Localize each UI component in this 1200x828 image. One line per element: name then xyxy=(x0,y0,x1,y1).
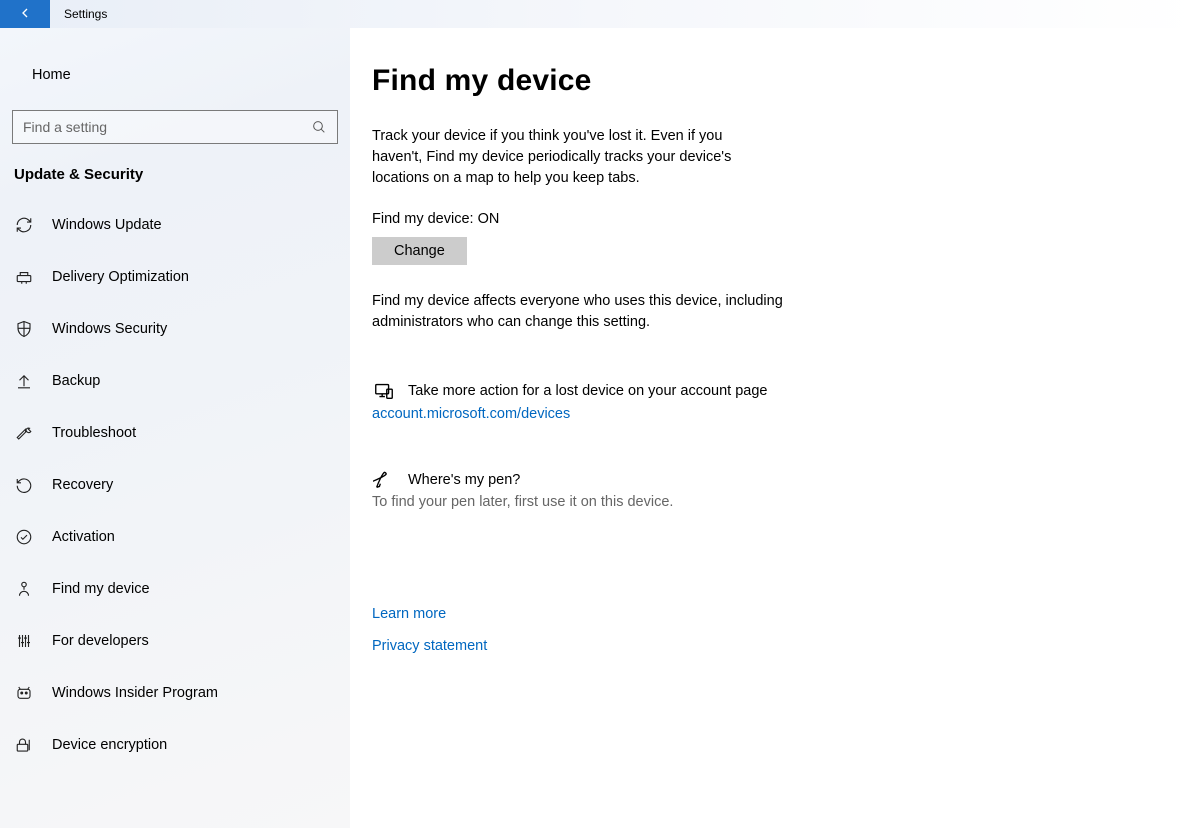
privacy-link[interactable]: Privacy statement xyxy=(372,638,880,654)
sidebar-item-label: Recovery xyxy=(52,477,113,493)
sidebar-item-label: Find my device xyxy=(52,581,150,597)
sidebar-section-heading: Update & Security xyxy=(0,154,350,199)
device-icon xyxy=(372,379,396,403)
sidebar-item-activation[interactable]: Activation xyxy=(0,511,350,563)
affects-text: Find my device affects everyone who uses… xyxy=(372,291,792,333)
sidebar-item-windows-security[interactable]: Windows Security xyxy=(0,303,350,355)
sidebar-item-delivery-optimization[interactable]: Delivery Optimization xyxy=(0,251,350,303)
sidebar-item-backup[interactable]: Backup xyxy=(0,355,350,407)
sidebar-item-label: Windows Security xyxy=(52,321,167,337)
app-title: Settings xyxy=(50,7,107,21)
sidebar-nav: Windows Update Delivery Optimization Win… xyxy=(0,199,350,771)
titlebar: Settings xyxy=(0,0,1200,28)
sync-icon xyxy=(14,215,34,235)
account-action-row: Take more action for a lost device on yo… xyxy=(372,379,880,403)
content-pane: Find my device Track your device if you … xyxy=(350,28,910,828)
pen-row: Where's my pen? xyxy=(372,468,880,492)
sidebar-item-label: Activation xyxy=(52,529,115,545)
search-icon xyxy=(311,119,327,135)
pen-body: To find your pen later, first use it on … xyxy=(372,494,880,510)
developer-icon xyxy=(14,631,34,651)
sidebar-item-label: Windows Insider Program xyxy=(52,685,218,701)
sidebar-item-label: Device encryption xyxy=(52,737,167,753)
sidebar-item-device-encryption[interactable]: Device encryption xyxy=(0,719,350,771)
upload-icon xyxy=(14,371,34,391)
sidebar-home[interactable]: Home xyxy=(0,54,350,96)
sidebar-item-windows-update[interactable]: Windows Update xyxy=(0,199,350,251)
account-action-text: Take more action for a lost device on yo… xyxy=(408,383,767,399)
sidebar-item-for-developers[interactable]: For developers xyxy=(0,615,350,667)
search-container xyxy=(12,110,338,144)
sidebar-item-recovery[interactable]: Recovery xyxy=(0,459,350,511)
back-button[interactable] xyxy=(0,0,50,28)
location-icon xyxy=(14,579,34,599)
account-devices-link[interactable]: account.microsoft.com/devices xyxy=(372,406,570,422)
arrow-left-icon xyxy=(17,5,33,24)
search-input[interactable] xyxy=(23,119,311,135)
learn-more-link[interactable]: Learn more xyxy=(372,606,880,622)
page-title: Find my device xyxy=(372,64,880,98)
sidebar-item-windows-insider[interactable]: Windows Insider Program xyxy=(0,667,350,719)
sidebar-item-troubleshoot[interactable]: Troubleshoot xyxy=(0,407,350,459)
shield-icon xyxy=(14,319,34,339)
sidebar-item-find-my-device[interactable]: Find my device xyxy=(0,563,350,615)
recovery-icon xyxy=(14,475,34,495)
lock-icon xyxy=(14,735,34,755)
sidebar-item-label: Backup xyxy=(52,373,100,389)
change-button[interactable]: Change xyxy=(372,237,467,265)
insider-icon xyxy=(14,683,34,703)
sidebar-item-label: Troubleshoot xyxy=(52,425,136,441)
sidebar-item-label: For developers xyxy=(52,633,149,649)
status-line: Find my device: ON xyxy=(372,211,880,227)
pen-icon xyxy=(372,468,396,492)
description-text: Track your device if you think you've lo… xyxy=(372,126,772,189)
pen-heading: Where's my pen? xyxy=(408,472,520,488)
sidebar-item-label: Delivery Optimization xyxy=(52,269,189,285)
delivery-icon xyxy=(14,267,34,287)
sidebar-home-label: Home xyxy=(32,67,71,83)
wrench-icon xyxy=(14,423,34,443)
check-circle-icon xyxy=(14,527,34,547)
sidebar: Home Update & Security Windows Update xyxy=(0,28,350,828)
sidebar-item-label: Windows Update xyxy=(52,217,162,233)
search-box[interactable] xyxy=(12,110,338,144)
